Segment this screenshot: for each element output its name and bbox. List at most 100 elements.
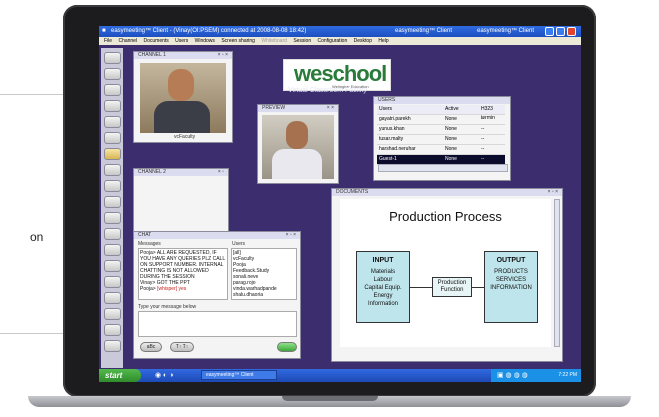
quick-launch-icon[interactable]: ◉ ◐ ◑ (155, 371, 173, 379)
background-divider-bottom (0, 333, 70, 334)
table-row[interactable]: tusar.malty None -- (377, 135, 505, 145)
user-h323: -- (481, 156, 485, 162)
user-h323: -- (481, 146, 485, 152)
menu-whiteboard[interactable]: Whiteboard (261, 38, 287, 44)
chat-users-list[interactable]: [all] vcFaculty Pooja Feedback.Study son… (231, 248, 297, 300)
panel-controls-icon[interactable]: × ▫ × (286, 232, 296, 239)
toolbar-record-icon[interactable] (104, 292, 121, 304)
user-active: None (445, 126, 457, 132)
toolbar-eye-2-icon[interactable] (104, 68, 121, 80)
background-text: on (30, 230, 44, 244)
user-h323: -- (481, 126, 485, 132)
close-button[interactable] (567, 27, 576, 36)
start-button[interactable]: start (99, 369, 141, 382)
menu-session[interactable]: Session (293, 38, 311, 44)
preview-header: PREVIEW × × (258, 105, 338, 112)
font-size-button[interactable]: T↑ T↑ (170, 342, 194, 352)
toolbar-globe-icon[interactable] (104, 340, 121, 352)
messages-label: Messages (138, 241, 161, 247)
menu-windows[interactable]: Windows (195, 38, 215, 44)
toolbar-mail-icon[interactable] (104, 148, 121, 160)
taskbar-item-client[interactable]: easymeeting™ Client (201, 370, 277, 380)
preview-face (286, 121, 308, 149)
function-line: Function (440, 287, 464, 293)
input-line: Capital Equip. (364, 285, 402, 291)
toolbar-printer-icon[interactable] (104, 164, 121, 176)
panel-controls-icon[interactable]: × ▫ × (548, 189, 558, 196)
toolbar-board-icon[interactable] (104, 132, 121, 144)
toolbar-grid-icon[interactable] (104, 260, 121, 272)
users-horizontal-scrollbar[interactable] (378, 164, 508, 172)
table-row[interactable]: gayatri.parekh None -- (377, 115, 505, 125)
output-lines: PRODUCTS SERVICES INFORMATION (485, 268, 537, 292)
output-line: SERVICES (495, 277, 527, 283)
panel-controls-icon[interactable]: × ▫ × (218, 52, 228, 59)
chat-users-label: Users (232, 241, 246, 247)
channel-2-title: CHANNEL 2 (138, 169, 166, 175)
toolbar-people-icon[interactable] (104, 100, 121, 112)
chat-messages-box[interactable]: Pooja> ALL ARE REQUESTED, IF YOU HAVE AN… (138, 248, 228, 300)
output-heading: OUTPUT (496, 257, 526, 264)
toolbar-music-icon[interactable] (104, 308, 121, 320)
spellcheck-button[interactable]: aBc (140, 342, 162, 352)
toolbar-hand-icon[interactable] (104, 84, 121, 96)
menu-documents[interactable]: Documents (143, 38, 168, 44)
documents-vertical-scrollbar[interactable] (554, 199, 560, 347)
menu-configuration[interactable]: Configuration (318, 38, 348, 44)
toolbar-monitor-icon[interactable] (104, 276, 121, 288)
window-title-right-2: easymeeting™ Client (477, 28, 535, 34)
table-row[interactable]: harshad.neruhar None -- (377, 145, 505, 155)
input-lines: Materials Labour Capital Equip. Energy I… (357, 268, 409, 308)
user-name: tusar.malty (379, 136, 404, 142)
chat-whisper: [whisper] yes (157, 286, 187, 292)
toolbar-eye-icon[interactable] (104, 52, 121, 64)
send-button[interactable] (277, 342, 297, 352)
toolbar-folder-icon[interactable] (104, 212, 121, 224)
function-lines: Production Function (433, 280, 471, 294)
menu-users[interactable]: Users (175, 38, 188, 44)
menu-desktop[interactable]: Desktop (354, 38, 372, 44)
chat-panel: CHAT × ▫ × Messages Users Pooja> ALL ARE… (133, 231, 301, 359)
panel-controls-icon[interactable]: × ▫ (218, 169, 224, 176)
function-line: Production (437, 280, 467, 286)
maximize-button[interactable] (556, 27, 565, 36)
window-titlebar: ■ easymeeting™ Client - (Vinay(OI:PSEM) … (99, 26, 581, 37)
menu-screen-sharing[interactable]: Screen sharing (221, 38, 255, 44)
input-line: Materials (370, 269, 396, 275)
channel-1-panel: CHANNEL 1 × ▫ × vcFaculty (133, 51, 233, 143)
menu-channel[interactable]: Channel (118, 38, 137, 44)
table-row[interactable]: yunus.khan None -- (377, 125, 505, 135)
taskbar: start ◉ ◐ ◑ easymeeting™ Client ▣ ◍ ◍ ◍ … (99, 369, 581, 382)
toolbar-stop-icon[interactable] (104, 244, 121, 256)
toolbar-document-icon[interactable] (104, 116, 121, 128)
menu-help[interactable]: Help (378, 38, 388, 44)
channel-1-caption: vcFaculty (174, 134, 196, 140)
toolbar-link-icon[interactable] (104, 228, 121, 240)
chat-message-prefix: Pooja> (140, 286, 158, 292)
user-active: None (445, 136, 457, 142)
users-title: USERS (378, 97, 396, 103)
menu-file[interactable]: File (104, 38, 112, 44)
user-name: yunus.khan (379, 126, 405, 132)
system-tray: ▣ ◍ ◍ ◍ 7:22 PM (491, 369, 581, 382)
toolbar-user-icon[interactable] (104, 324, 121, 336)
panel-controls-icon[interactable]: × × (327, 105, 334, 112)
user-h323: -- (481, 116, 485, 122)
toolbar-edit-icon[interactable] (104, 180, 121, 192)
chat-input[interactable] (138, 311, 297, 337)
documents-title: DOCUMENTS (336, 189, 369, 195)
menu-bar: File Channel Documents Users Windows Scr… (99, 37, 581, 45)
window-title-right: easymeeting™ Client (395, 28, 453, 34)
presenter-face (168, 69, 194, 101)
laptop-screen: ■ easymeeting™ Client - (Vinay(OI:PSEM) … (99, 26, 581, 382)
col-users[interactable]: Users (379, 105, 392, 114)
toolbar-camera-icon[interactable] (104, 196, 121, 208)
preview-title: PREVIEW (262, 105, 286, 111)
window-title: easymeeting™ Client - (Vinay(OI:PSEM) co… (111, 28, 307, 34)
tray-icons[interactable]: ▣ ◍ ◍ ◍ (497, 371, 528, 379)
minimize-button[interactable] (545, 27, 554, 36)
app-icon: ■ (102, 28, 106, 34)
chat-header: CHAT × ▫ × (134, 232, 300, 239)
list-item[interactable]: shalu.dhaoria (233, 292, 295, 298)
col-active[interactable]: Active (445, 105, 459, 114)
